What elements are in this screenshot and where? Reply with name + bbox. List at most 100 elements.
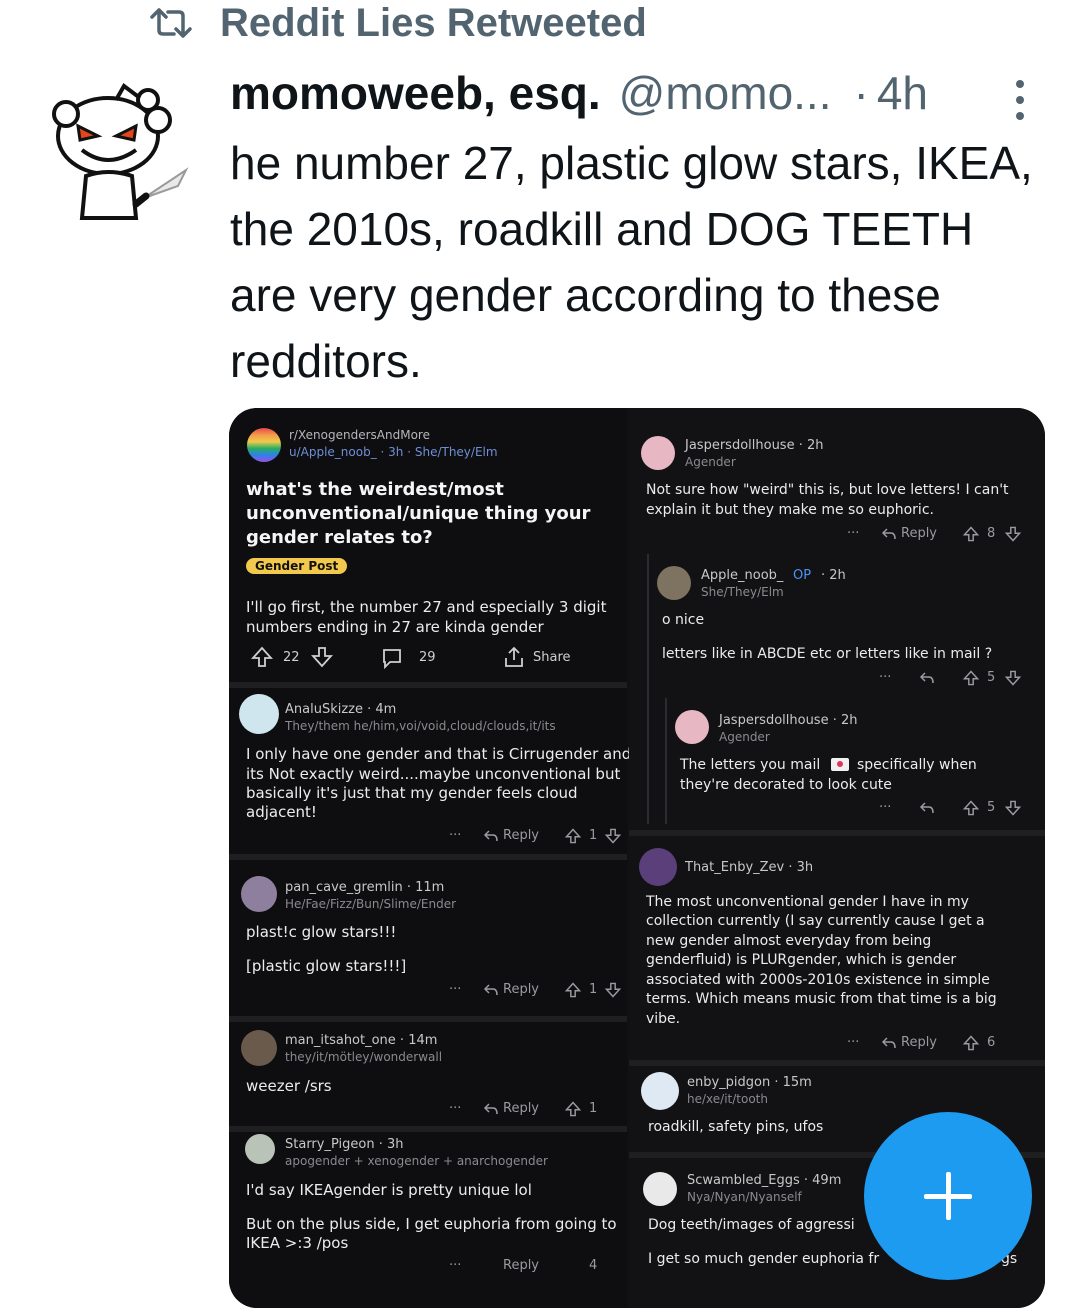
comment-user: Jaspersdollhouse · 2h [719, 713, 858, 728]
comment-flair: She/They/Elm [701, 585, 784, 599]
display-name[interactable]: momoweeb, esq. [230, 66, 601, 120]
reply-icon[interactable] [881, 527, 897, 541]
comment-line: its Not exactly weird....maybe unconvent… [246, 765, 621, 783]
upvote-icon[interactable] [565, 828, 581, 844]
reply-icon[interactable] [483, 1102, 499, 1116]
reply-label[interactable]: Reply [901, 1035, 937, 1050]
retweet-header: Reddit Lies Retweeted [148, 0, 647, 46]
reply-label[interactable]: Reply [503, 828, 539, 843]
reply-label[interactable]: Reply [503, 1258, 539, 1273]
comment-line: roadkill, safety pins, ufos [648, 1119, 824, 1135]
reply-icon[interactable] [881, 1036, 897, 1050]
comment-line: I'd say IKEAgender is pretty unique lol [246, 1181, 532, 1199]
retweeter-label[interactable]: Reddit Lies Retweeted [220, 1, 647, 46]
vote-count: 5 [987, 670, 996, 685]
vote-count: 8 [987, 526, 996, 541]
thread-line [647, 554, 649, 824]
more-dots[interactable]: ··· [847, 1035, 859, 1050]
commenter-avatar [239, 694, 279, 734]
comment-line: new gender almost everyday from being [646, 933, 932, 949]
reply-icon[interactable] [919, 801, 935, 815]
comment-line: associated with 2000s-2010s existence in… [646, 972, 990, 988]
post-body-line: I'll go first, the number 27 and especia… [246, 598, 607, 616]
tweet-header: momoweeb, esq. @momo... · 4h [230, 66, 928, 126]
tweet-time[interactable]: 4h [877, 66, 928, 120]
reply-label[interactable]: Reply [503, 1101, 539, 1116]
comment-user: enby_pidgon · 15m [687, 1075, 812, 1090]
upvote-icon[interactable] [963, 800, 979, 816]
vote-count: 1 [589, 828, 598, 843]
downvote-icon[interactable] [605, 828, 621, 844]
vote-count: 5 [987, 800, 996, 815]
more-dots[interactable]: ··· [879, 670, 891, 685]
comment-line: The most unconventional gender I have in… [646, 894, 969, 910]
more-dots[interactable]: ··· [449, 982, 461, 997]
comment-user: That_Enby_Zev · 3h [685, 860, 814, 875]
post-title-line: gender relates to? [246, 527, 433, 548]
commenter-avatar [675, 710, 709, 744]
upvote-icon[interactable] [963, 526, 979, 542]
commenter-avatar [241, 876, 277, 912]
post-title-line: what's the weirdest/most [246, 479, 504, 500]
downvote-icon[interactable] [1005, 526, 1021, 542]
post-upvote-count: 22 [283, 650, 300, 665]
comment-line: But on the plus side, I get euphoria fro… [246, 1215, 617, 1233]
comment-line: adjacent! [246, 803, 317, 821]
comment-line: explain it but they make me so euphoric. [646, 502, 934, 518]
reply-icon[interactable] [483, 983, 499, 997]
downvote-icon[interactable] [311, 646, 333, 668]
vote-count: 1 [589, 1101, 598, 1116]
comment-user: AnaluSkizze · 4m [285, 702, 397, 717]
comment-line: I only have one gender and that is Cirru… [246, 745, 632, 763]
divider [229, 1126, 627, 1132]
comment-user: Apple_noob_ [701, 568, 784, 583]
more-dots[interactable]: ··· [449, 1258, 461, 1273]
more-dots[interactable]: ··· [879, 800, 891, 815]
reply-label[interactable]: Reply [503, 982, 539, 997]
comment-line: vibe. [646, 1011, 681, 1027]
more-dots[interactable]: ··· [847, 526, 859, 541]
envelope-emoji [831, 758, 849, 771]
reply-icon[interactable] [919, 671, 935, 685]
divider [629, 1060, 1045, 1066]
comment-line: weezer /srs [246, 1077, 332, 1095]
downvote-icon[interactable] [605, 982, 621, 998]
upvote-icon[interactable] [565, 1101, 581, 1117]
upvote-icon[interactable] [251, 646, 273, 668]
divider [629, 830, 1045, 836]
more-vertical-icon[interactable] [1010, 78, 1030, 122]
reddit-snoo-avatar[interactable] [46, 78, 196, 228]
subreddit-icon [247, 428, 281, 462]
comment-user: Jaspersdollhouse · 2h [685, 438, 824, 453]
comment-line: terms. Which means music from that time … [646, 991, 997, 1007]
user-handle[interactable]: @momo... [619, 66, 832, 120]
more-dots[interactable]: ··· [449, 1101, 461, 1116]
post-comment-count: 29 [419, 650, 436, 665]
commenter-avatar [657, 566, 691, 600]
separator-dot: · [853, 67, 869, 119]
comment-flair: They/them he/him,voi/void,cloud/clouds,i… [285, 719, 556, 733]
comment-icon[interactable] [381, 647, 403, 669]
comment-user: pan_cave_gremlin · 11m [285, 880, 445, 895]
comment-flair: apogender + xenogender + anarchogender [285, 1154, 548, 1168]
comment-user: Scwambled_Eggs · 49m [687, 1173, 842, 1188]
upvote-icon[interactable] [963, 670, 979, 686]
upvote-icon[interactable] [963, 1035, 979, 1051]
comment-flair: Agender [719, 730, 770, 744]
comment-flair: Nya/Nyan/Nyanself [687, 1190, 802, 1204]
commenter-avatar [641, 1072, 679, 1110]
subreddit-name: r/XenogendersAndMore [289, 428, 430, 442]
upvote-icon[interactable] [565, 982, 581, 998]
more-dots[interactable]: ··· [449, 828, 461, 843]
compose-plus-icon[interactable] [864, 1112, 1032, 1280]
downvote-icon[interactable] [1005, 800, 1021, 816]
commenter-avatar [245, 1134, 275, 1164]
reply-icon[interactable] [483, 829, 499, 843]
share-icon[interactable] [503, 646, 525, 668]
downvote-icon[interactable] [1005, 670, 1021, 686]
share-label[interactable]: Share [533, 650, 571, 665]
op-badge: OP [793, 568, 812, 583]
comment-line: Not sure how "weird" this is, but love l… [646, 482, 1009, 498]
reply-label[interactable]: Reply [901, 526, 937, 541]
post-flair-tag: Gender Post [246, 558, 348, 574]
